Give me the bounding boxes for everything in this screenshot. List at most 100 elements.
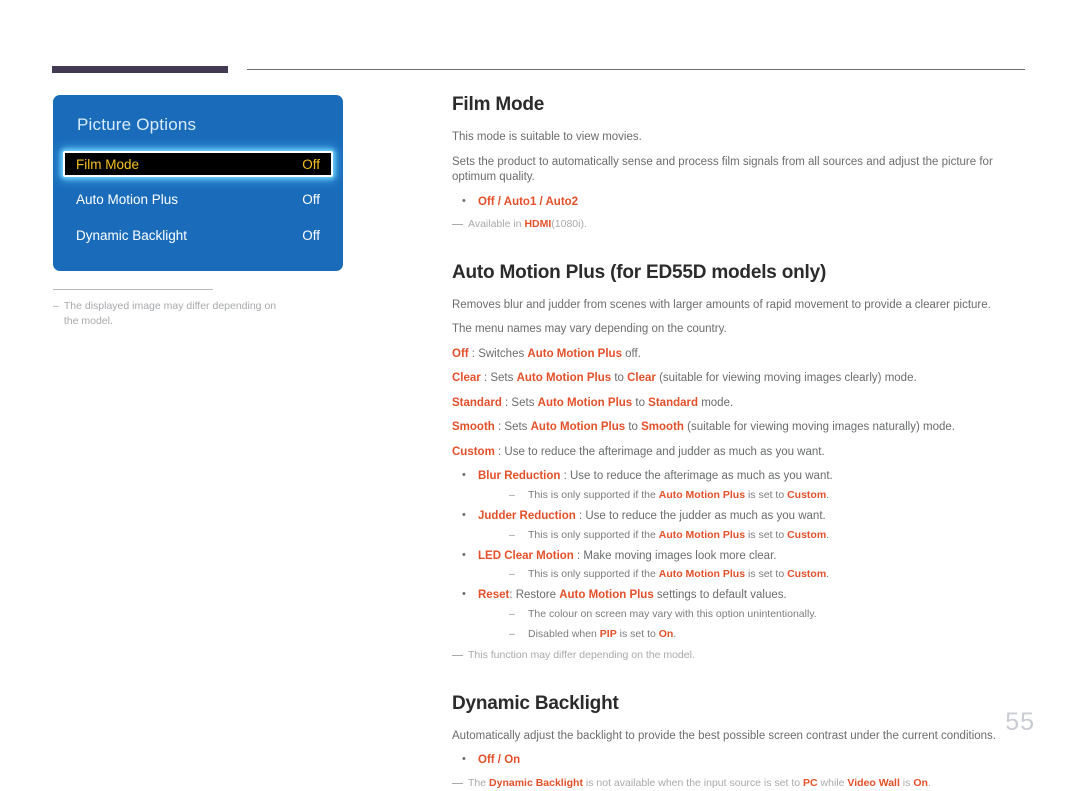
sub-list: This is only supported if the Auto Motio… xyxy=(478,488,1032,502)
bullet-ref: Auto Motion Plus xyxy=(559,589,654,602)
bullet-text: : Restore xyxy=(509,589,560,602)
sub-mid: is set to xyxy=(745,568,788,581)
sub-post: . xyxy=(673,628,677,641)
definition-term2: Smooth xyxy=(641,421,684,434)
osd-row-label: Dynamic Backlight xyxy=(76,227,188,243)
sub-list: The colour on screen may vary with this … xyxy=(478,607,1032,642)
definition-mid: to xyxy=(632,396,649,409)
definition-sep: : Use to reduce the afterimage and judde… xyxy=(494,445,825,458)
definition-custom: Custom : Use to reduce the afterimage an… xyxy=(452,445,1032,461)
sub-list: This is only supported if the Auto Motio… xyxy=(478,567,1032,581)
list-item: Off / Auto1 / Auto2 xyxy=(452,194,1032,211)
list-item: Disabled when PIP is set to On. xyxy=(478,627,1032,641)
section-title-film-mode: Film Mode xyxy=(452,94,545,115)
tail-a2: PC xyxy=(803,777,818,789)
sub-pre: This is only supported if the xyxy=(528,488,659,501)
film-mode-tail-note: Available in HDMI(1080i). xyxy=(452,217,1032,232)
auto-motion-tail-note: This function may differ depending on th… xyxy=(452,648,1032,663)
dynamic-backlight-paragraph-1: Automatically adjust the backlight to pr… xyxy=(452,729,996,742)
osd-row-label: Auto Motion Plus xyxy=(76,191,179,207)
osd-row-dynamic-backlight[interactable]: Dynamic Backlight Off xyxy=(65,221,331,249)
osd-caption-text: The displayed image may differ depending… xyxy=(63,300,277,327)
tail-note-post: (1080i). xyxy=(551,218,587,231)
section-title-dynamic-backlight: Dynamic Backlight xyxy=(452,692,619,714)
bullet-text: : Make moving images look more clear. xyxy=(573,549,777,562)
definition-sep: : Sets xyxy=(480,372,517,385)
section-dynamic-backlight: Dynamic Backlight Automatically adjust t… xyxy=(452,693,1032,791)
section-title-auto-motion-plus: Auto Motion Plus (for ED55D models only) xyxy=(452,261,827,283)
left-column: Picture Options Film Mode Off Auto Motio… xyxy=(53,95,413,328)
definition-tail: (suitable for viewing moving images natu… xyxy=(683,421,955,434)
sub-val: Custom xyxy=(787,528,827,541)
sub-post: . xyxy=(826,488,830,501)
list-item: This is only supported if the Auto Motio… xyxy=(478,528,1032,542)
definition-standard: Standard : Sets Auto Motion Plus to Stan… xyxy=(452,396,1032,412)
auto-motion-bullet-list: Blur Reduction : Use to reduce the after… xyxy=(452,468,1032,642)
sub-post: . xyxy=(826,568,830,581)
definition-sep: : Sets xyxy=(494,421,531,434)
caption-divider xyxy=(53,289,213,290)
list-item-led-clear-motion: LED Clear Motion : Make moving images lo… xyxy=(452,548,1032,582)
sub-post: . xyxy=(826,528,830,541)
section-film-mode: Film Mode This mode is suitable to view … xyxy=(452,94,1032,232)
sub-mid: is set to xyxy=(616,628,659,641)
tail-note-pre: This function may differ depending on th… xyxy=(468,649,695,662)
sub-pre: This is only supported if the xyxy=(528,528,659,541)
page-number: 55 xyxy=(1005,708,1035,736)
bullet-text2: settings to default values. xyxy=(653,589,787,602)
definition-tail: off. xyxy=(621,347,641,360)
sub-mid: is set to xyxy=(745,488,788,501)
bullet-text: : Use to reduce the afterimage as much a… xyxy=(560,470,833,483)
definition-term: Standard xyxy=(452,396,502,409)
film-mode-options: Off / Auto1 / Auto2 xyxy=(478,195,579,208)
sub-pre: This is only supported if the xyxy=(528,568,659,581)
tail-note-accent: HDMI xyxy=(524,218,552,231)
osd-row-value: Off xyxy=(302,227,320,243)
osd-row-film-mode[interactable]: Film Mode Off xyxy=(63,151,333,177)
tail-a3: Video Wall xyxy=(847,777,900,789)
osd-row-auto-motion-plus[interactable]: Auto Motion Plus Off xyxy=(65,185,331,213)
definition-term2: Standard xyxy=(648,396,699,409)
definition-clear: Clear : Sets Auto Motion Plus to Clear (… xyxy=(452,371,1032,387)
sub-list: This is only supported if the Auto Motio… xyxy=(478,528,1032,542)
sub-ref: PIP xyxy=(599,628,617,641)
right-column: Film Mode This mode is suitable to view … xyxy=(452,94,1032,791)
sub-ref: Auto Motion Plus xyxy=(658,488,746,501)
definition-term: Off xyxy=(452,347,469,360)
dynamic-backlight-tail-note: The Dynamic Backlight is not available w… xyxy=(452,776,1032,791)
tail-p5: . xyxy=(927,777,931,789)
film-mode-paragraph-1: This mode is suitable to view movies. xyxy=(452,131,642,143)
definition-ref: Auto Motion Plus xyxy=(530,421,626,434)
dynamic-backlight-options: Off / On xyxy=(478,754,521,767)
sub-val: Custom xyxy=(787,488,827,501)
sub-val: Custom xyxy=(787,568,827,581)
bullet-term: LED Clear Motion xyxy=(478,549,574,562)
sub-pre: Disabled when xyxy=(528,628,600,641)
film-mode-paragraph-2: Sets the product to automatically sense … xyxy=(452,155,993,184)
definition-tail: mode. xyxy=(698,396,734,409)
bullet-term: Judder Reduction xyxy=(478,510,576,523)
bullet-text: : Use to reduce the judder as much as yo… xyxy=(575,510,826,523)
auto-motion-paragraph-2: The menu names may vary depending on the… xyxy=(452,323,727,336)
header-accent-bar xyxy=(52,66,228,73)
tail-p3: while xyxy=(817,777,848,789)
definition-off: Off : Switches Auto Motion Plus off. xyxy=(452,347,1032,363)
dash-marker: – xyxy=(53,300,59,312)
definition-term: Custom xyxy=(452,445,495,458)
header-divider-line xyxy=(247,69,1025,70)
definition-term: Smooth xyxy=(452,421,495,434)
tail-a4: On xyxy=(913,777,928,789)
definition-ref: Auto Motion Plus xyxy=(537,396,633,409)
list-item: Off / On xyxy=(452,753,1032,769)
definition-mid: to xyxy=(611,372,628,385)
sub-ref: Auto Motion Plus xyxy=(658,528,746,541)
sub-val: On xyxy=(658,628,674,641)
osd-caption-block: – The displayed image may differ dependi… xyxy=(53,289,293,328)
definition-term2: Clear xyxy=(627,372,656,385)
definition-ref: Auto Motion Plus xyxy=(527,347,622,360)
list-item-judder-reduction: Judder Reduction : Use to reduce the jud… xyxy=(452,508,1032,542)
list-item: The colour on screen may vary with this … xyxy=(478,607,1032,621)
tail-a1: Dynamic Backlight xyxy=(489,777,583,789)
bullet-term: Reset xyxy=(478,589,510,602)
osd-picture-options-panel: Picture Options Film Mode Off Auto Motio… xyxy=(53,95,343,271)
